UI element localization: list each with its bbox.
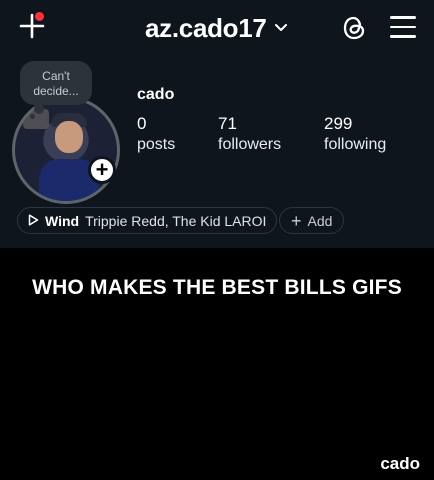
song-artist: Trippie Redd, The Kid LAROI bbox=[85, 212, 267, 229]
note-tail bbox=[34, 104, 44, 114]
video-caption: WHO MAKES THE BEST BILLS GIFS bbox=[32, 276, 402, 299]
song-title: Wind bbox=[45, 212, 80, 229]
posts-count: 0 bbox=[137, 114, 147, 133]
followers-count: 71 bbox=[218, 114, 237, 133]
video-watermark: cado bbox=[380, 454, 420, 473]
note-bubble[interactable]: Can't decide... bbox=[20, 61, 92, 105]
add-story-button[interactable]: + bbox=[88, 156, 116, 184]
followers-label: followers bbox=[218, 136, 282, 153]
threads-icon[interactable] bbox=[340, 14, 368, 42]
following-label: following bbox=[324, 136, 387, 153]
plus-icon: + bbox=[291, 210, 302, 231]
note-text-line1: Can't bbox=[42, 69, 70, 83]
play-icon bbox=[28, 213, 39, 229]
note-text-line2: decide... bbox=[33, 84, 79, 98]
menu-icon[interactable] bbox=[390, 16, 416, 40]
top-bar: az.cado17 bbox=[0, 0, 434, 56]
profile-photo bbox=[12, 96, 120, 204]
stat-following[interactable]: 299 following bbox=[324, 114, 386, 156]
following-count: 299 bbox=[324, 114, 353, 133]
stat-posts[interactable]: 0 posts bbox=[137, 114, 175, 156]
posts-label: posts bbox=[137, 136, 176, 153]
add-button[interactable]: + Add bbox=[279, 207, 345, 234]
stat-followers[interactable]: 71 followers bbox=[218, 114, 281, 156]
music-pill[interactable]: Wind Trippie Redd, The Kid LAROI bbox=[17, 207, 278, 234]
account-switcher[interactable]: az.cado17 bbox=[145, 10, 287, 46]
video-player[interactable]: WHO MAKES THE BEST BILLS GIFS cado bbox=[0, 248, 434, 480]
chevron-down-icon bbox=[274, 24, 287, 32]
username: az.cado17 bbox=[145, 12, 267, 43]
profile-header: az.cado17 + Can't decide... cado 0 posts… bbox=[0, 0, 434, 248]
note-tail-small bbox=[30, 114, 35, 119]
display-name: cado bbox=[137, 86, 175, 103]
notification-dot bbox=[35, 12, 44, 21]
add-label: Add bbox=[307, 212, 333, 229]
